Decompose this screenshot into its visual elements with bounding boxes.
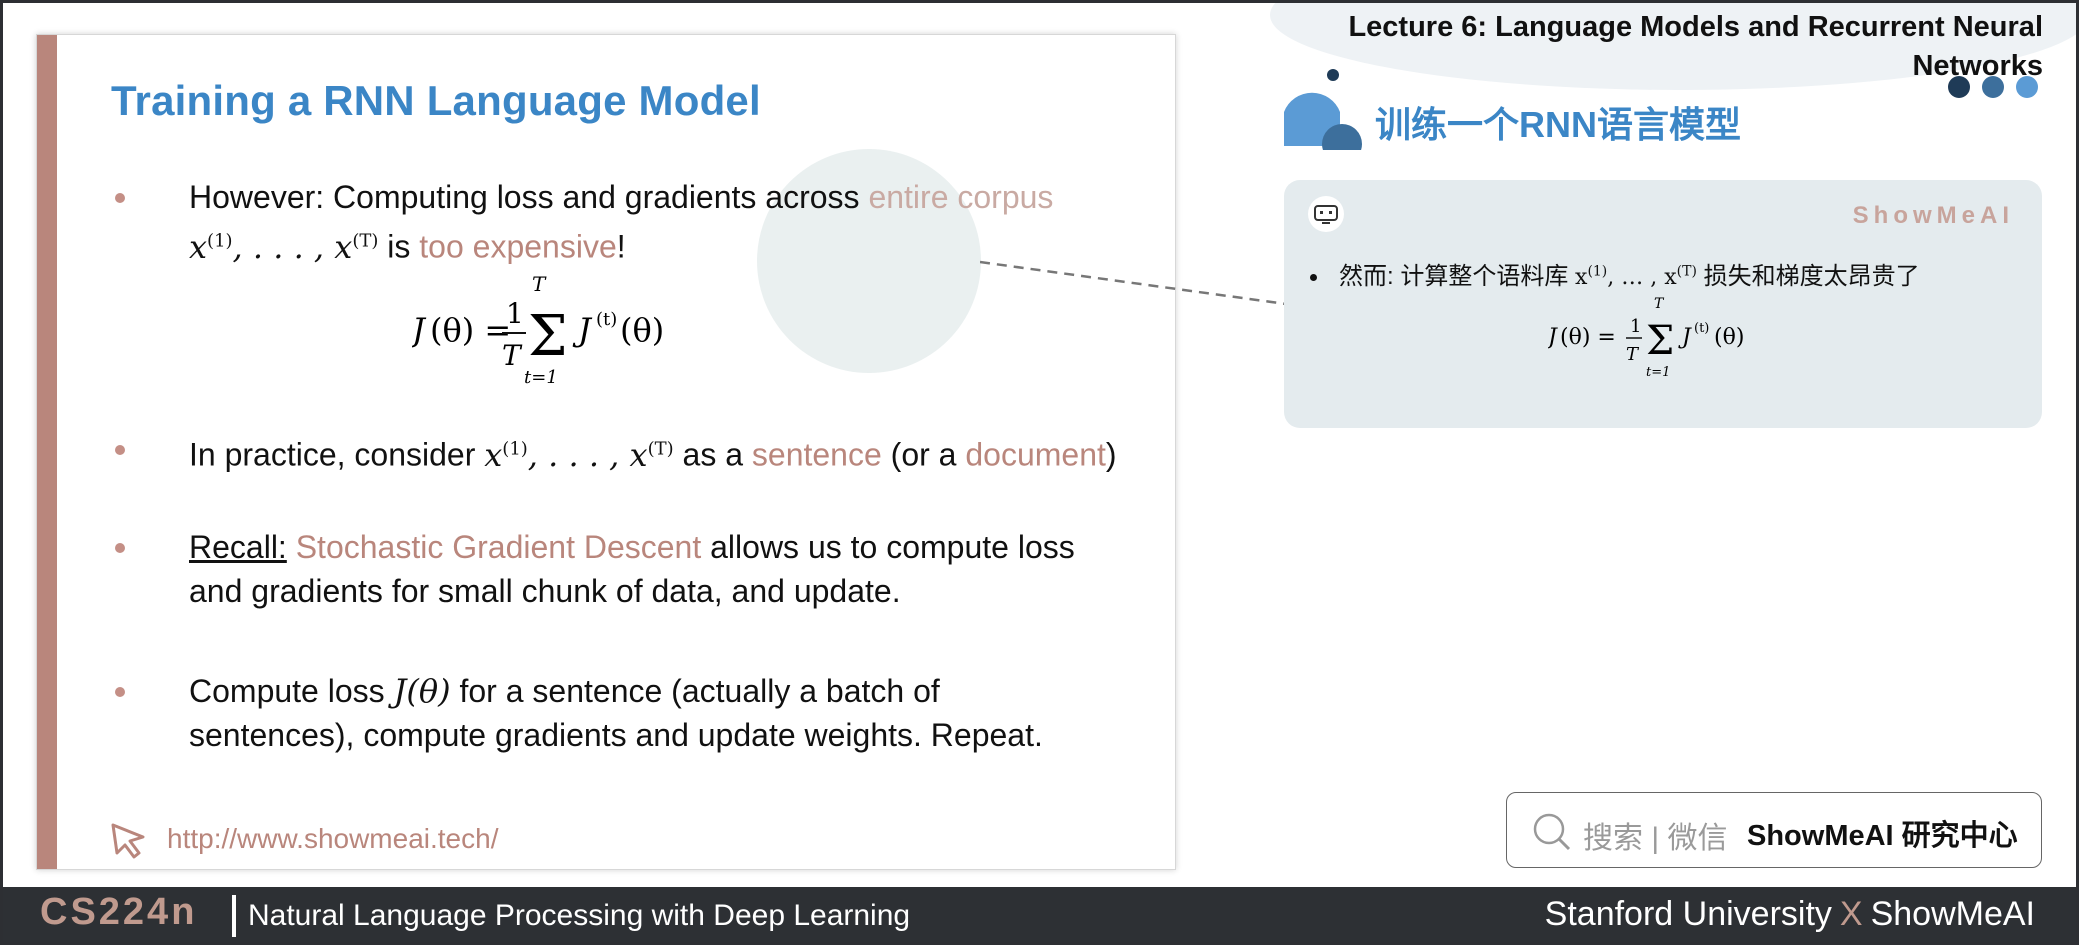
svg-text:t=1: t=1 — [524, 367, 558, 387]
svg-text:(θ): (θ) — [1714, 325, 1744, 350]
bullet-4-line2: sentences), compute gradients and update… — [189, 717, 1043, 753]
svg-text:(t): (t) — [596, 309, 617, 330]
bullet-3-recall: Recall: — [189, 529, 287, 565]
course-code: CS224n — [40, 891, 198, 933]
bullet-2-end: ) — [1105, 436, 1117, 473]
bullet-1-mid: is — [378, 228, 420, 265]
svg-text:(t): (t) — [1694, 321, 1709, 336]
svg-text:J: J — [1678, 325, 1692, 350]
bullet-3-highlight: Stochastic Gradient Descent — [295, 529, 702, 565]
bullet-1-end: ! — [616, 228, 626, 265]
card-text-suffix: 损失和梯度太昂贵了 — [1696, 263, 1920, 290]
svg-text:J: J — [1548, 325, 1558, 350]
bullet-4-rest: for a sentence (actually a batch of — [450, 673, 940, 709]
bullet-1-highlight: entire corpus — [868, 179, 1054, 215]
search-text: 搜索 | 微信 — [1583, 822, 1728, 855]
svg-text:(θ) =: (θ) = — [1560, 325, 1616, 350]
card-bullet: 然而: 计算整个语料库 x(1), … , x(T) 损失和梯度太昂贵了 — [1310, 256, 1920, 291]
footer-stanford: Stanford University — [1544, 895, 1832, 933]
robot-icon — [1308, 196, 1344, 232]
course-name: Natural Language Processing with Deep Le… — [248, 899, 911, 932]
dot-light — [2016, 76, 2038, 98]
cursor-icon — [111, 823, 145, 859]
card-text-prefix: 然而: 计算整个语料库 — [1339, 263, 1576, 290]
bullet-4-math: J(θ) — [393, 672, 451, 710]
decorative-dot — [1327, 69, 1339, 81]
dot-dark — [1948, 76, 1970, 98]
svg-text:T: T — [532, 272, 547, 296]
showmeai-link[interactable]: http://www.showmeai.tech/ — [167, 823, 498, 855]
bullet-4-text: Compute loss — [189, 673, 394, 709]
heading-decoration-icon — [1284, 92, 1362, 150]
connector-line — [980, 260, 1287, 306]
footer-credits: Stanford University X ShowMeAI — [1545, 895, 2035, 934]
lecture-title-line2: Networks — [1912, 50, 2043, 82]
svg-text:T: T — [502, 339, 523, 372]
chinese-section-title: 训练一个RNN语言模型 — [1375, 104, 1741, 145]
bullet-dot — [115, 445, 125, 455]
bullet-dot — [115, 193, 125, 203]
svg-text:Σ: Σ — [528, 304, 568, 369]
search-box[interactable]: 搜索 | 微信 ShowMeAI 研究中心 — [1506, 792, 2042, 868]
footer-separator — [232, 895, 236, 937]
bullet-dot — [115, 543, 125, 553]
lecture-title-line1: Lecture 6: Language Models and Recurrent… — [1348, 11, 2043, 43]
bullet-dot — [115, 687, 125, 697]
svg-text:(θ): (θ) — [620, 311, 664, 349]
svg-text:J: J — [412, 311, 427, 349]
bullet-2-math: x(1), . . . , x(T) — [484, 435, 674, 474]
card-math: x(1), … , x(T) — [1575, 263, 1697, 290]
bullet-2-mid: as a — [673, 436, 752, 473]
svg-text:t=1: t=1 — [1646, 365, 1670, 380]
showmeai-brand: ShowMeAI — [1852, 202, 2014, 229]
slide-accent-bar — [37, 35, 57, 869]
search-icon — [1533, 813, 1571, 851]
bullet-dot — [1310, 274, 1317, 282]
bullet-3-text: allows us to compute loss — [701, 529, 1075, 565]
bullet-1-highlight-2: too expensive — [419, 228, 617, 265]
card-loss-formula: J (θ) = 1 T T Σ t=1 J (t) (θ) — [1544, 290, 1788, 380]
slide-title: Training a RNN Language Model — [111, 77, 761, 124]
dot-mid — [1982, 76, 2004, 98]
svg-text:Σ: Σ — [1646, 318, 1674, 364]
lecture-title: Lecture 6: Language Models and Recurrent… — [1223, 8, 2043, 86]
svg-text:T: T — [1626, 344, 1640, 365]
loss-formula: J (θ) = 1 T T Σ t=1 J (t) (θ) — [406, 267, 742, 388]
svg-text:T: T — [1654, 296, 1665, 312]
search-brand: ShowMeAI 研究中心 — [1747, 820, 2018, 852]
svg-text:1: 1 — [506, 297, 524, 330]
bullet-1-math: x(1), . . . , x(T) — [189, 227, 379, 266]
footer-showmeai: ShowMeAI — [1870, 895, 2035, 933]
svg-text:1: 1 — [1630, 316, 1641, 337]
bullet-2-highlight-sentence: sentence — [751, 436, 882, 473]
bullet-2-text: In practice, consider — [189, 436, 485, 473]
svg-text:J: J — [572, 311, 593, 349]
translation-card: ShowMeAI 然而: 计算整个语料库 x(1), … , x(T) 损失和梯… — [1284, 180, 2042, 428]
bullet-3-line2: and gradients for small chunk of data, a… — [189, 573, 901, 609]
footer-bar: CS224n Natural Language Processing with … — [0, 887, 2079, 945]
bullet-1-text: However: Computing loss and gradients ac… — [189, 179, 869, 215]
svg-text:(θ) =: (θ) = — [430, 311, 511, 349]
bullet-2-mid2: (or a — [881, 436, 966, 473]
footer-x: X — [1839, 895, 1863, 933]
slide: Training a RNN Language Model However: C… — [36, 34, 1176, 870]
bullet-2-highlight-document: document — [965, 436, 1106, 473]
